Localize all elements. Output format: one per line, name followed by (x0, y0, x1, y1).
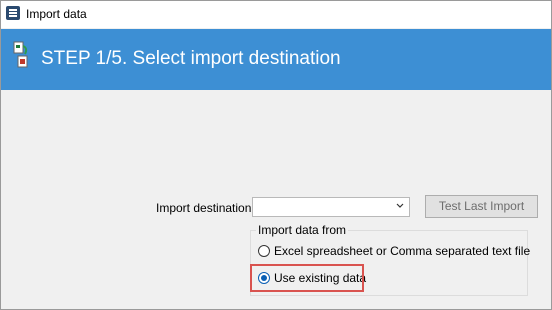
import-destination-dropdown[interactable] (252, 197, 410, 217)
chevron-down-icon (396, 203, 404, 208)
title-bar: Import data (1, 1, 551, 28)
import-file-icon (13, 41, 28, 68)
step-banner: STEP 1/5. Select import destination (1, 29, 551, 90)
step-title: STEP 1/5. Select import destination (41, 48, 341, 69)
test-last-import-button[interactable]: Test Last Import (425, 195, 538, 218)
excel-csv-label[interactable]: Excel spreadsheet or Comma separated tex… (274, 244, 530, 258)
import-source-legend: Import data from (256, 223, 349, 237)
window-title: Import data (26, 7, 87, 21)
import-destination-label: Import destination (156, 201, 252, 215)
selection-highlight-box (250, 264, 364, 292)
app-icon (6, 6, 20, 20)
excel-csv-radio[interactable] (258, 245, 270, 257)
